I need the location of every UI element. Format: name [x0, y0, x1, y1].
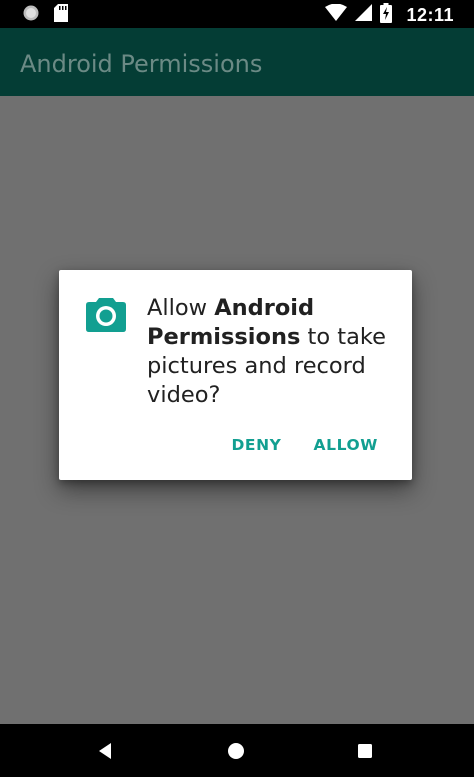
home-icon[interactable] [223, 738, 249, 764]
message-prefix: Allow [147, 295, 215, 321]
cell-signal-icon [355, 4, 373, 27]
allow-button[interactable]: ALLOW [314, 436, 378, 454]
screen: 12:11 Android Permissions Allow Android … [0, 0, 474, 777]
app-bar: Android Permissions [0, 28, 474, 96]
status-clock: 12:11 [406, 5, 454, 25]
deny-button[interactable]: DENY [231, 436, 281, 454]
back-icon[interactable] [92, 738, 118, 764]
app-title: Android Permissions [20, 50, 263, 78]
navigation-bar [0, 724, 474, 777]
wifi-icon [325, 3, 348, 27]
notification-dot-icon [22, 4, 40, 27]
battery-charging-icon [380, 3, 393, 28]
status-bar: 12:11 [0, 0, 474, 28]
dialog-actions: DENY ALLOW [231, 436, 378, 454]
permission-dialog: Allow Android Permissions to take pictur… [59, 270, 412, 480]
permission-message: Allow Android Permissions to take pictur… [147, 294, 392, 410]
recents-icon[interactable] [352, 738, 378, 764]
camera-icon [86, 296, 126, 332]
sd-card-icon [54, 4, 68, 27]
